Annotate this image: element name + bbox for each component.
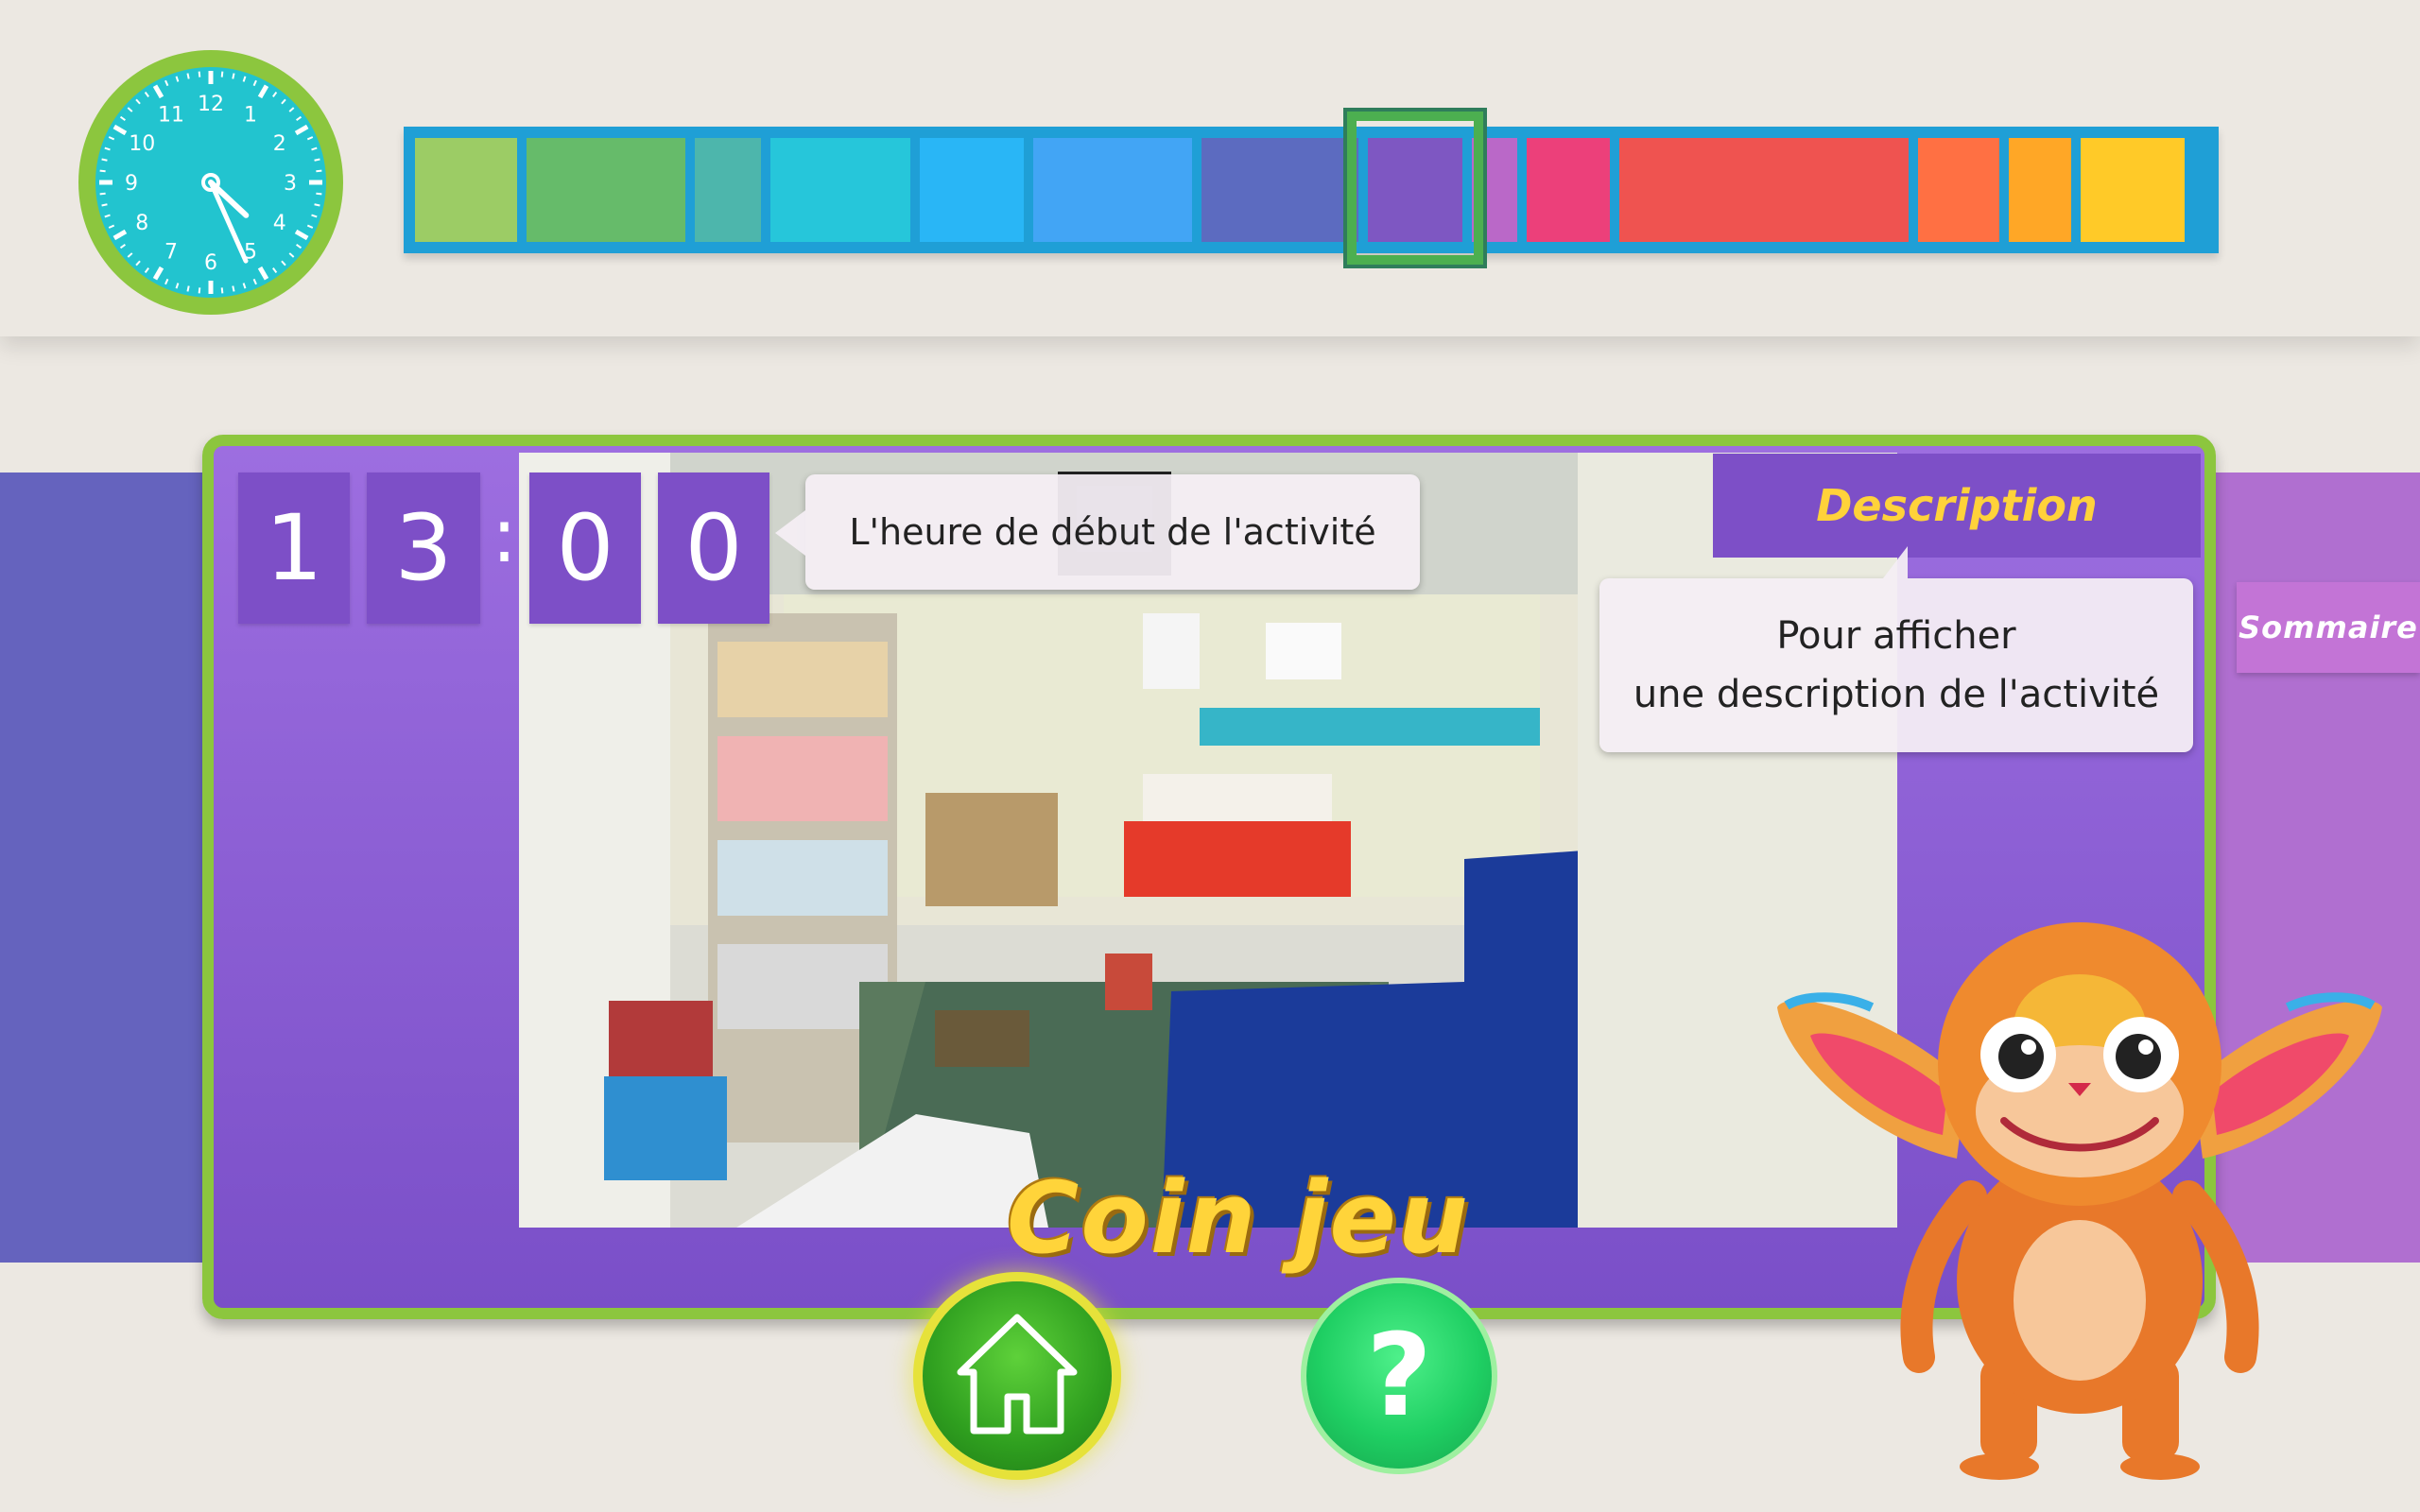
description-tooltip-line2: une description de l'activité — [1633, 673, 2160, 716]
timeline-segment[interactable] — [527, 138, 685, 242]
timeline-segment[interactable] — [770, 138, 910, 242]
clock-icon: 1234567891011 12 — [78, 50, 343, 315]
timeline-segment[interactable] — [1619, 138, 1909, 242]
top-bar: 1 2 3 4 5 6 7 8 9 10 11 12 — [0, 0, 2420, 336]
svg-text:1: 1 — [244, 103, 257, 127]
home-icon — [957, 1314, 1078, 1435]
svg-text:10: 10 — [129, 132, 155, 156]
help-icon: ? — [1366, 1310, 1432, 1442]
start-time-minute-units: 0 — [658, 472, 769, 624]
timeline-segment[interactable] — [1918, 138, 1999, 242]
timeline-segment[interactable] — [1201, 138, 1358, 242]
start-time-separator: : — [492, 491, 517, 579]
svg-text:7: 7 — [164, 241, 178, 265]
home-button[interactable] — [923, 1281, 1112, 1470]
start-time-tooltip: L'heure de début de l'activité — [775, 474, 1420, 590]
timeline-segment[interactable] — [2081, 138, 2185, 242]
svg-text:11: 11 — [158, 103, 184, 127]
timeline-segment[interactable] — [2009, 138, 2071, 242]
description-tooltip-line1: Pour afficher — [1776, 614, 2016, 658]
timeline-segment[interactable] — [1527, 138, 1610, 242]
timeline-current-marker — [1343, 108, 1487, 268]
svg-text:9: 9 — [125, 172, 138, 196]
svg-text:6: 6 — [204, 251, 217, 275]
svg-text:2: 2 — [273, 132, 286, 156]
sommaire-tab[interactable]: Sommaire — [2237, 582, 2420, 673]
day-timeline — [404, 108, 2219, 268]
description-tooltip: Pour afficher une description de l'activ… — [1599, 546, 2193, 752]
start-time-hour-units: 3 — [367, 472, 480, 624]
start-time-minute-tens: 0 — [529, 472, 641, 624]
svg-text:3: 3 — [284, 172, 297, 196]
start-time-hour-tens: 1 — [238, 472, 350, 624]
timeline-segment[interactable] — [415, 138, 517, 242]
help-button[interactable]: ? — [1306, 1283, 1492, 1469]
left-band — [0, 472, 227, 1263]
svg-text:4: 4 — [273, 212, 286, 235]
description-button[interactable]: Description — [1713, 454, 2201, 558]
timeline-segment[interactable] — [920, 138, 1024, 242]
svg-text:8: 8 — [135, 212, 148, 235]
timeline-segment[interactable] — [695, 138, 761, 242]
mascot-character — [1777, 922, 2382, 1480]
svg-text:12: 12 — [198, 93, 224, 116]
timeline-segment[interactable] — [1033, 138, 1192, 242]
activity-title: Coin jeu — [1007, 1160, 1470, 1276]
